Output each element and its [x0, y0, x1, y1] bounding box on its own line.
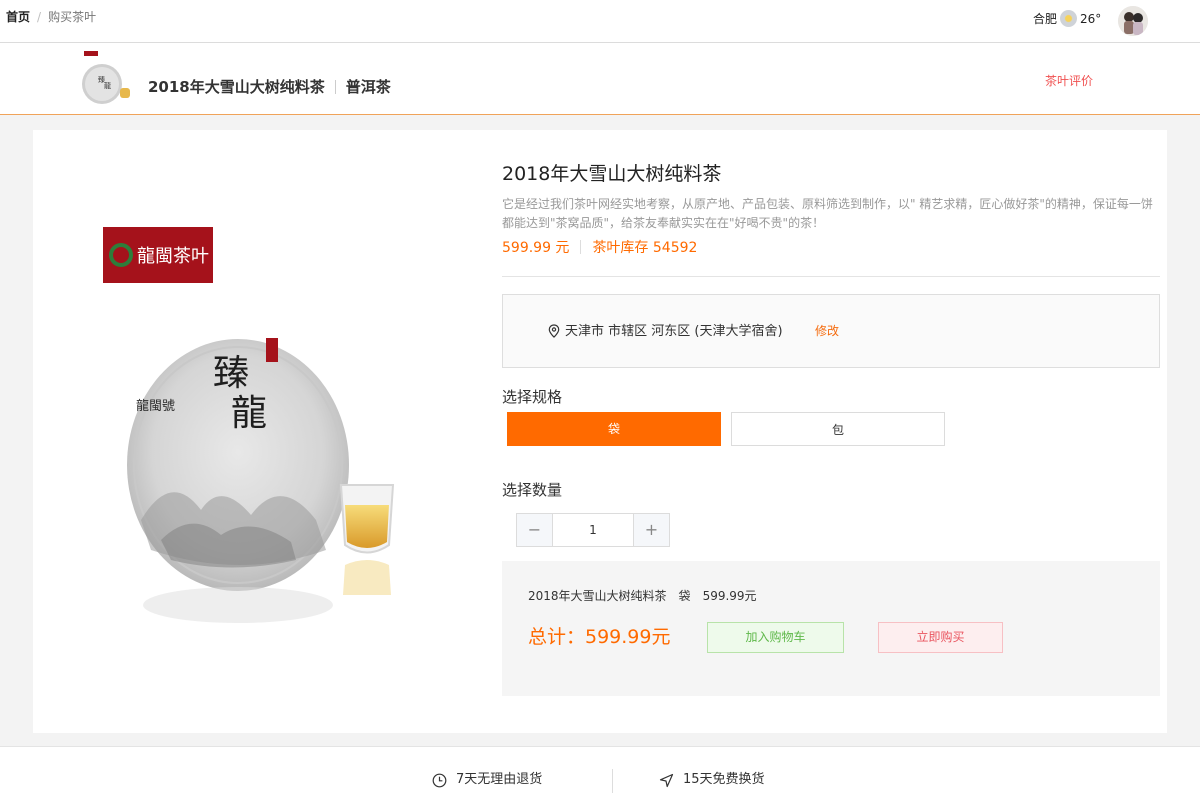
product-header: 臻 龍 2018年大雪山大树纯料茶 普洱茶 茶叶评价	[0, 43, 1200, 115]
breadcrumb-current: 购买茶叶	[48, 10, 97, 24]
quantity-decrease-button[interactable]: −	[517, 514, 553, 546]
footer-item-exchange: 15天免费换货	[659, 772, 765, 788]
product-thumbnail: 臻 龍	[82, 51, 130, 104]
avatar[interactable]	[1118, 6, 1148, 36]
header-divider	[334, 80, 336, 94]
add-to-cart-button[interactable]: 加入购物车	[707, 622, 844, 653]
product-price: 599.99 元	[502, 240, 570, 256]
footer-return-label: 7天无理由退货	[456, 772, 543, 787]
quantity-label: 选择数量	[502, 481, 563, 499]
summary-product-name: 2018年大雪山大树纯料茶	[528, 589, 667, 603]
product-image: 龍閩茶叶 臻 龍 龍閩號	[103, 227, 395, 623]
product-card: 龍閩茶叶 臻 龍 龍閩號 2018年大雪山大树纯料茶 它是经过我们茶叶网经实地考…	[33, 130, 1167, 733]
buy-now-button[interactable]: 立即购买	[878, 622, 1003, 653]
clock-icon	[432, 773, 447, 787]
product-header-title: 2018年大雪山大树纯料茶 普洱茶	[148, 78, 391, 96]
footer-exchange-label: 15天免费换货	[683, 772, 765, 787]
weather-widget: 合肥 26°	[1033, 10, 1101, 27]
edit-address-link[interactable]: 修改	[815, 323, 839, 339]
sun-icon	[1060, 10, 1078, 27]
shipping-address-text: 天津市 市辖区 河东区 (天津大学宿舍)	[565, 324, 783, 339]
spec-option-bag[interactable]: 袋	[507, 412, 721, 446]
product-header-name: 2018年大雪山大树纯料茶	[148, 78, 325, 96]
svg-text:龍閩號: 龍閩號	[136, 398, 175, 414]
product-header-category: 普洱茶	[345, 78, 391, 96]
weather-temperature: 26°	[1080, 11, 1102, 26]
summary-spec: 袋	[678, 589, 691, 603]
weather-city: 合肥	[1033, 11, 1058, 26]
product-description: 它是经过我们茶叶网经实地考察，从原产地、产品包装、原料筛选到制作，以" 精艺求精…	[502, 197, 1153, 230]
location-pin-icon	[548, 324, 560, 338]
product-title: 2018年大雪山大树纯料茶	[502, 163, 722, 185]
svg-text:龍: 龍	[104, 81, 111, 90]
breadcrumb: 首页 / 购买茶叶	[6, 10, 96, 24]
summary-unit-price: 599.99元	[702, 589, 757, 603]
order-summary: 2018年大雪山大树纯料茶袋 599.99元 总计：599.99元 加入购物车 立…	[502, 561, 1160, 696]
quantity-stepper: − +	[516, 513, 670, 547]
spec-label: 选择规格	[502, 388, 563, 406]
footer-divider	[612, 769, 613, 793]
divider	[502, 276, 1160, 277]
breadcrumb-separator: /	[37, 10, 42, 24]
quantity-increase-button[interactable]: +	[633, 514, 669, 546]
top-bar: 首页 / 购买茶叶 合肥 26°	[0, 0, 1200, 43]
price-divider	[580, 240, 582, 254]
quantity-input[interactable]	[553, 514, 633, 546]
tea-review-link[interactable]: 茶叶评价	[1045, 74, 1093, 88]
price-stock-line: 599.99 元 茶叶库存 54592	[502, 240, 697, 256]
shipping-address-box: 天津市 市辖区 河东区 (天津大学宿舍) 修改	[502, 294, 1160, 368]
footer-item-return: 7天无理由退货	[432, 772, 542, 788]
brand-logo-text: 龍閩茶叶	[137, 246, 209, 267]
footer: 7天无理由退货 15天免费换货	[0, 746, 1200, 801]
svg-text:臻: 臻	[213, 353, 249, 394]
order-summary-line: 2018年大雪山大树纯料茶袋 599.99元	[528, 589, 769, 603]
spec-option-pack[interactable]: 包	[731, 412, 945, 446]
svg-text:龍: 龍	[231, 393, 267, 434]
order-total: 总计：599.99元	[528, 626, 671, 648]
navigation-icon	[659, 773, 674, 787]
breadcrumb-home-link[interactable]: 首页	[6, 10, 30, 24]
product-stock: 茶叶库存 54592	[592, 240, 698, 256]
